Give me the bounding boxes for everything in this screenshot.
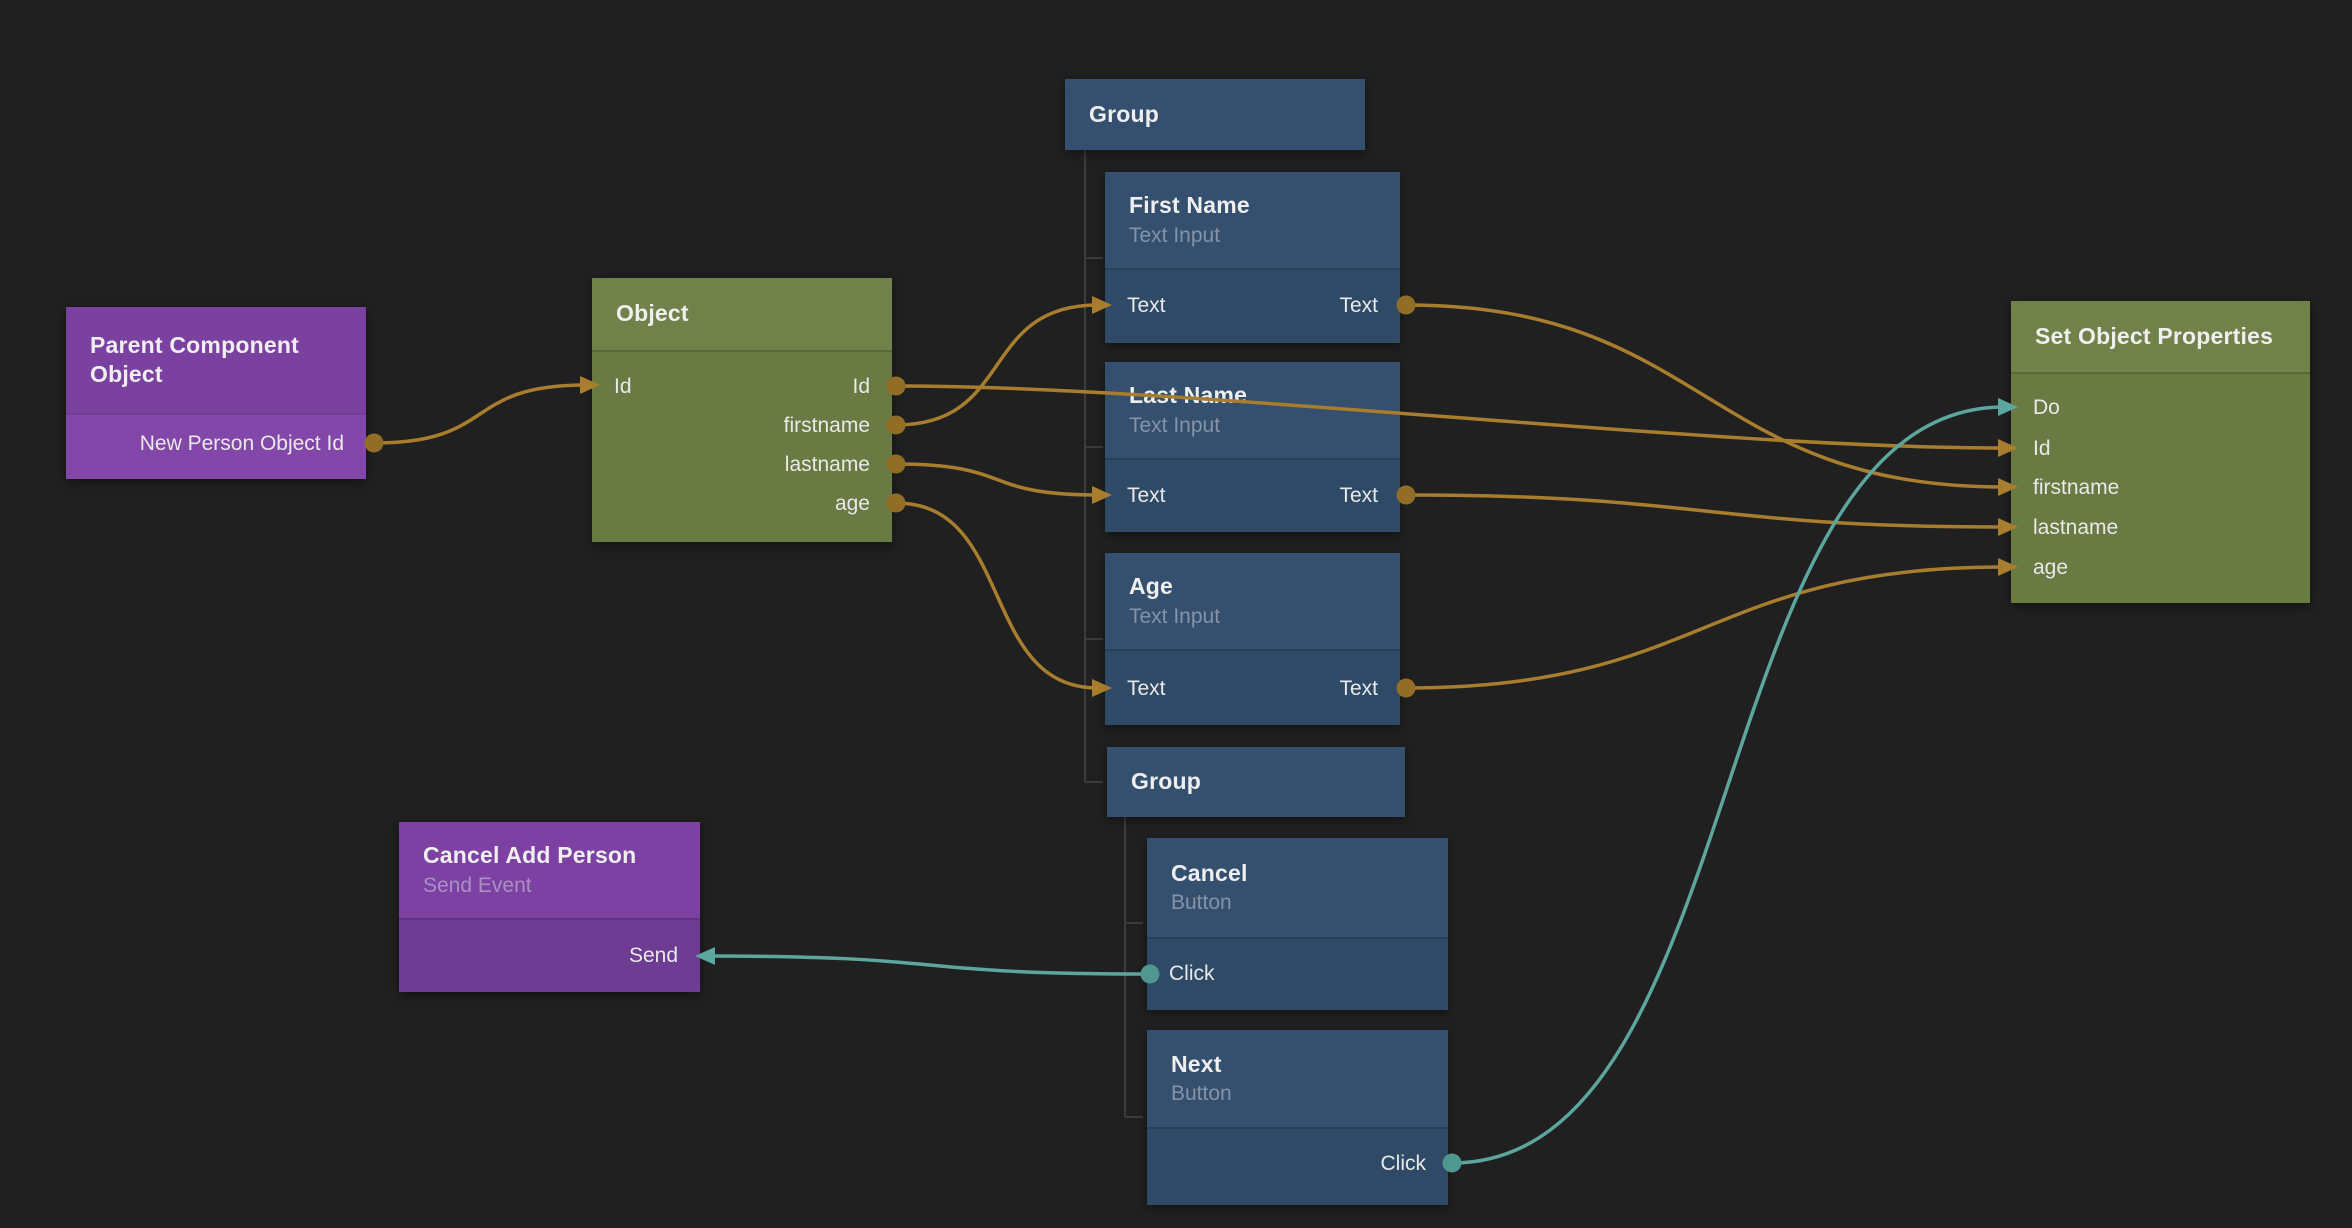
node-body: Click (1147, 1127, 1448, 1205)
port-label: age (835, 492, 870, 516)
node-last-name[interactable]: Last NameText InputTextText (1105, 362, 1400, 532)
port-label: age (2033, 556, 2068, 580)
port-last-name-text[interactable]: Text (1105, 476, 1400, 516)
node-title: Object (616, 299, 868, 328)
node-cancel-add-person[interactable]: Cancel Add PersonSend Event Send (399, 822, 700, 992)
node-title: Cancel Add Person (423, 841, 676, 870)
node-subtitle: Text Input (1129, 222, 1376, 249)
port-cancel-button-click[interactable]: Click (1147, 954, 1448, 994)
node-header[interactable]: NextButton (1147, 1030, 1448, 1127)
node-body: Send (399, 918, 700, 992)
port-cancel-add-person-send[interactable]: Send (399, 936, 700, 976)
node-subtitle: Text Input (1129, 603, 1376, 630)
node-cancel-button[interactable]: CancelButton Click (1147, 838, 1448, 1010)
node-title: Cancel (1171, 859, 1424, 888)
node-subtitle: Text Input (1129, 412, 1376, 439)
port-label: Text (1339, 484, 1378, 508)
port-label: firstname (2033, 476, 2119, 500)
node-header[interactable]: First NameText Input (1105, 172, 1400, 268)
node-body: Do Id firstname lastname age (2011, 372, 2310, 603)
port-label: Id (2033, 437, 2051, 461)
node-body: TextText (1105, 649, 1400, 725)
node-title: Age (1129, 572, 1376, 601)
port-label: Click (1381, 1152, 1427, 1176)
node-set-object-properties[interactable]: Set Object Properties Do Id firstname lastna… (2011, 301, 2310, 603)
port-object-age[interactable]: age (592, 484, 892, 524)
node-body: New Person Object Id (66, 413, 366, 479)
node-subtitle: Button (1171, 889, 1424, 916)
port-next-button-click[interactable]: Click (1147, 1144, 1448, 1184)
node-header[interactable]: CancelButton (1147, 838, 1448, 937)
node-subtitle: Send Event (423, 872, 676, 899)
node-age-input[interactable]: AgeText InputTextText (1105, 553, 1400, 725)
node-header[interactable]: Group (1107, 747, 1405, 817)
node-title: Group (1089, 100, 1341, 129)
node-title: Set Object Properties (2035, 322, 2286, 351)
node-title: Group (1131, 767, 1381, 796)
port-object-lastname[interactable]: lastname (592, 445, 892, 485)
node-first-name[interactable]: First NameText InputTextText (1105, 172, 1400, 343)
port-set-object-properties-id[interactable]: Id (2011, 429, 2310, 469)
node-body: TextText (1105, 268, 1400, 343)
port-object-id[interactable]: Id (592, 367, 892, 407)
node-group-2[interactable]: Group (1107, 747, 1405, 817)
port-label: Text (1339, 677, 1378, 701)
node-header[interactable]: Set Object Properties (2011, 301, 2310, 372)
port-set-object-properties-lastname[interactable]: lastname (2011, 508, 2310, 548)
node-group-1[interactable]: Group (1065, 79, 1365, 150)
node-subtitle: Button (1171, 1080, 1424, 1107)
node-canvas: Parent Component Object New Person Object… (0, 0, 2352, 1228)
node-next-button[interactable]: NextButton Click (1147, 1030, 1448, 1205)
nodes-layer: Parent Component Object New Person Object… (0, 0, 2352, 1228)
node-body: Click (1147, 937, 1448, 1010)
port-first-name-text[interactable]: Text (1105, 286, 1400, 326)
port-label: lastname (785, 453, 870, 477)
port-object-firstname[interactable]: firstname (592, 406, 892, 446)
port-set-object-properties-do[interactable]: Do (2011, 388, 2310, 428)
port-label: New Person Object Id (140, 432, 344, 456)
port-set-object-properties-age[interactable]: age (2011, 548, 2310, 588)
port-age-input-text[interactable]: Text (1105, 669, 1400, 709)
node-title: Parent Component Object (90, 331, 342, 390)
node-body: TextText (1105, 458, 1400, 532)
node-title: Next (1171, 1050, 1424, 1079)
node-title: First Name (1129, 191, 1376, 220)
port-set-object-properties-firstname[interactable]: firstname (2011, 468, 2310, 508)
node-header[interactable]: Group (1065, 79, 1365, 150)
node-header[interactable]: AgeText Input (1105, 553, 1400, 649)
port-label: Click (1169, 962, 1215, 986)
node-header[interactable]: Parent Component Object (66, 307, 366, 413)
port-label: Send (629, 944, 678, 968)
node-header[interactable]: Cancel Add PersonSend Event (399, 822, 700, 918)
port-label: Id (852, 375, 870, 399)
node-header[interactable]: Object (592, 278, 892, 350)
node-object[interactable]: ObjectIdIdfirstnamelastnameage (592, 278, 892, 542)
port-label: Text (1339, 294, 1378, 318)
node-parent-component-object[interactable]: Parent Component Object New Person Object… (66, 307, 366, 479)
port-label: Do (2033, 396, 2060, 420)
port-label: firstname (784, 414, 870, 438)
port-parent-component-object-new-person-object-id[interactable]: New Person Object Id (66, 424, 366, 464)
port-label: lastname (2033, 516, 2118, 540)
node-body: IdIdfirstnamelastnameage (592, 350, 892, 542)
